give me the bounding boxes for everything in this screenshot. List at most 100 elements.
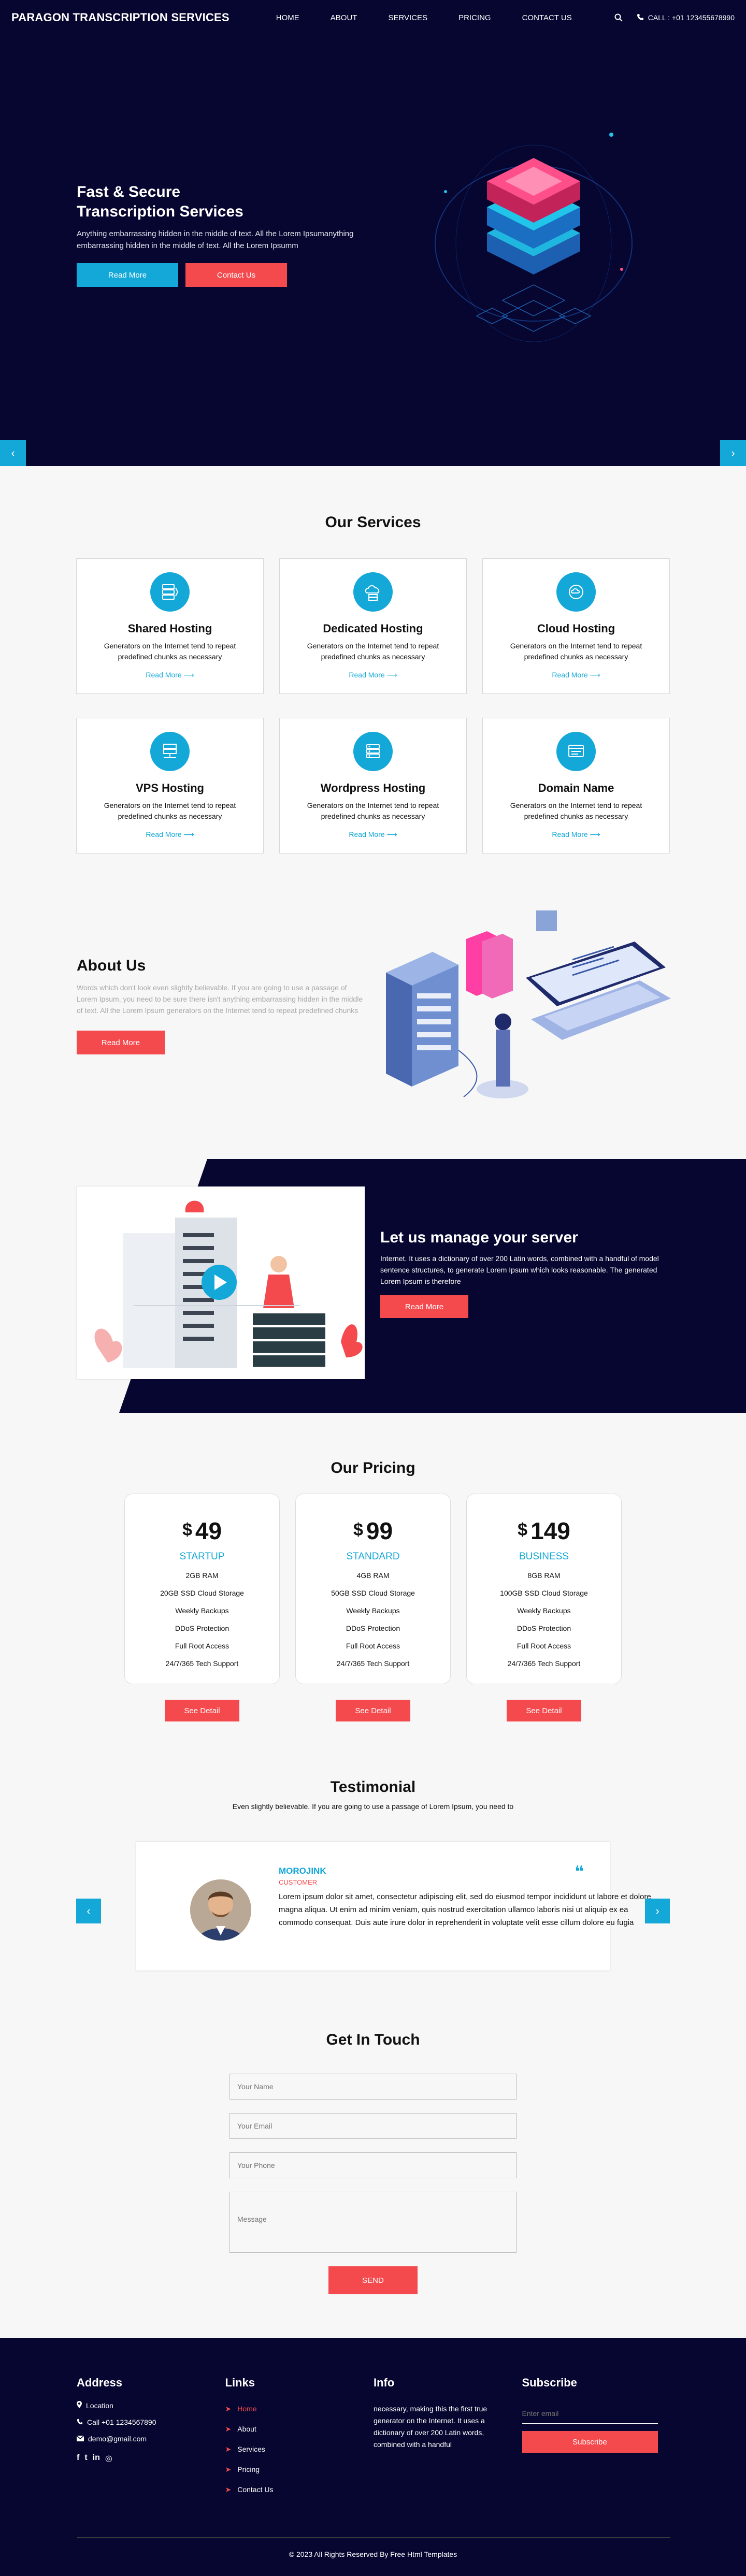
name-field[interactable]	[229, 2074, 517, 2100]
manage-title: Let us manage your server	[380, 1229, 578, 1246]
service-name: Domain Name	[538, 782, 614, 794]
footer-link-about[interactable]: ➤ About	[225, 2419, 374, 2439]
service-card-domain: Domain Name Generators on the Internet t…	[482, 718, 670, 853]
email-item[interactable]: demo@gmail.com	[76, 2435, 225, 2443]
email-field[interactable]	[229, 2113, 517, 2139]
nav-pricing[interactable]: PRICING	[443, 13, 507, 22]
vps-hosting-icon	[150, 732, 190, 771]
footer-link-contact[interactable]: ➤ Contact Us	[225, 2480, 374, 2500]
footer-link-label: Services	[237, 2445, 265, 2453]
phone-item[interactable]: Call +01 1234567890	[77, 2418, 225, 2426]
arrow-right-icon: ➤	[225, 2485, 232, 2494]
service-read-more-link[interactable]: Read More ⟶	[146, 830, 194, 839]
footer-link-pricing[interactable]: ➤ Pricing	[225, 2459, 374, 2480]
footer-link-services[interactable]: ➤ Services	[225, 2439, 374, 2459]
footer-links-column: Links ➤ Home ➤ About ➤ Services ➤ Pricing ➤ C…	[225, 2376, 374, 2500]
hero-contact-button[interactable]: Contact Us	[185, 263, 287, 287]
see-detail-button[interactable]: See Detail	[507, 1700, 581, 1721]
footer-link-label: About	[237, 2425, 256, 2433]
service-read-more-link[interactable]: Read More ⟶	[349, 830, 397, 839]
service-read-more-link[interactable]: Read More ⟶	[552, 671, 600, 679]
nav-contact[interactable]: CONTACT US	[507, 13, 587, 22]
services-title: Our Services	[325, 514, 421, 531]
service-read-more-link[interactable]: Read More ⟶	[552, 830, 600, 839]
hero-prev-arrow[interactable]: ‹	[0, 440, 26, 466]
plan-price-value: 99	[366, 1517, 393, 1544]
plan-feature: 24/7/365 Tech Support	[507, 1659, 581, 1668]
plan-feature: Full Root Access	[517, 1642, 571, 1650]
linkedin-icon[interactable]: in	[93, 2453, 100, 2464]
plan-feature: Full Root Access	[175, 1642, 229, 1650]
hero-section: PARAGON TRANSCRIPTION SERVICES HOME ABOU…	[0, 0, 746, 466]
testimonial-prev-arrow[interactable]: ‹	[76, 1899, 101, 1923]
currency-symbol: $	[182, 1520, 192, 1540]
service-card-wordpress: Wordpress Hosting Generators on the Inte…	[279, 718, 467, 853]
manage-read-more-button[interactable]: Read More	[380, 1295, 468, 1318]
contact-title: Get In Touch	[326, 2031, 420, 2048]
services-grid: Shared Hosting Generators on the Interne…	[76, 558, 670, 853]
testimonial-text: Lorem ipsum dolor sit amet, consectetur …	[279, 1892, 651, 1927]
service-read-more-link[interactable]: Read More ⟶	[349, 671, 397, 679]
manage-description: Internet. It uses a dictionary of over 2…	[380, 1254, 659, 1285]
customer-role: CUSTOMER	[279, 1878, 318, 1886]
pricing-column-startup: $49 STARTUP 2GB RAM 20GB SSD Cloud Stora…	[124, 1494, 280, 1721]
phone-text: Call +01 1234567890	[87, 2418, 156, 2426]
pricing-column-business: $149 BUSINESS 8GB RAM 100GB SSD Cloud St…	[466, 1494, 622, 1721]
service-description: Generators on the Internet tend to repea…	[307, 801, 439, 820]
plan-feature: DDoS Protection	[517, 1624, 571, 1632]
footer-link-home[interactable]: ➤ Home	[225, 2399, 374, 2419]
plan-price: $49	[182, 1517, 222, 1545]
plan-price: $149	[518, 1517, 570, 1545]
about-description: Words which don't look even slightly bel…	[77, 983, 363, 1015]
service-description: Generators on the Internet tend to repea…	[510, 801, 642, 820]
nav-home[interactable]: HOME	[276, 13, 315, 22]
plan-price-value: 149	[530, 1517, 570, 1544]
phone-field[interactable]	[229, 2152, 517, 2178]
footer-address-column: Address Location Call +01 1234567890 dem…	[76, 2376, 225, 2500]
server-room-illustration	[94, 1200, 363, 1368]
service-description: Generators on the Internet tend to repea…	[510, 642, 642, 661]
plan-feature: Weekly Backups	[175, 1607, 229, 1615]
footer-link-label: Home	[237, 2405, 257, 2413]
hero-title-line1: Fast & Secure	[77, 183, 181, 200]
server-laptop-illustration	[386, 910, 671, 1098]
service-read-more-link[interactable]: Read More ⟶	[146, 671, 194, 679]
call-info[interactable]: CALL : +01 123455678990	[637, 13, 735, 22]
arrow-right-icon: ➤	[225, 2445, 232, 2453]
service-description: Generators on the Internet tend to repea…	[307, 642, 439, 661]
nav-services[interactable]: SERVICES	[372, 13, 443, 22]
see-detail-button[interactable]: See Detail	[336, 1700, 410, 1721]
service-name: Shared Hosting	[127, 622, 212, 635]
phone-icon	[77, 2418, 83, 2426]
brand-logo[interactable]: PARAGON TRANSCRIPTION SERVICES	[11, 11, 229, 24]
message-field[interactable]	[229, 2192, 517, 2253]
pricing-grid: $49 STARTUP 2GB RAM 20GB SSD Cloud Stora…	[124, 1494, 622, 1721]
plan-feature: DDoS Protection	[346, 1624, 400, 1632]
plan-feature: 20GB SSD Cloud Storage	[160, 1589, 244, 1597]
see-detail-button[interactable]: See Detail	[165, 1700, 239, 1721]
service-name: Wordpress Hosting	[320, 782, 426, 794]
about-title: About Us	[77, 957, 146, 974]
location-item[interactable]: Location	[77, 2401, 225, 2410]
twitter-icon[interactable]: t	[84, 2453, 87, 2464]
about-section: About Us Words which don't look even sli…	[0, 900, 746, 1159]
plan-features: 2GB RAM 20GB SSD Cloud Storage Weekly Ba…	[125, 1567, 279, 1672]
hero-read-more-button[interactable]: Read More	[77, 263, 178, 287]
subscribe-email-input[interactable]	[522, 2403, 658, 2424]
search-icon[interactable]	[614, 13, 623, 22]
call-text: CALL : +01 123455678990	[648, 13, 735, 22]
manage-illustration-frame	[77, 1186, 365, 1379]
about-read-more-button[interactable]: Read More	[77, 1031, 165, 1054]
pricing-card: $149 BUSINESS 8GB RAM 100GB SSD Cloud St…	[466, 1494, 622, 1684]
nav-about[interactable]: ABOUT	[315, 13, 373, 22]
testimonial-card: MOROJINK CUSTOMER Lorem ipsum dolor sit …	[136, 1842, 651, 1971]
facebook-icon[interactable]: f	[77, 2453, 79, 2464]
subscribe-button[interactable]: Subscribe	[522, 2431, 658, 2453]
instagram-icon[interactable]: ◎	[105, 2453, 112, 2464]
plan-name: BUSINESS	[519, 1551, 569, 1562]
currency-symbol: $	[518, 1520, 528, 1540]
send-button[interactable]: SEND	[328, 2266, 418, 2294]
hero-next-arrow[interactable]: ›	[720, 440, 746, 466]
hero-title-line2: Transcription Services	[77, 203, 243, 220]
testimonial-next-arrow[interactable]: ›	[645, 1899, 670, 1923]
